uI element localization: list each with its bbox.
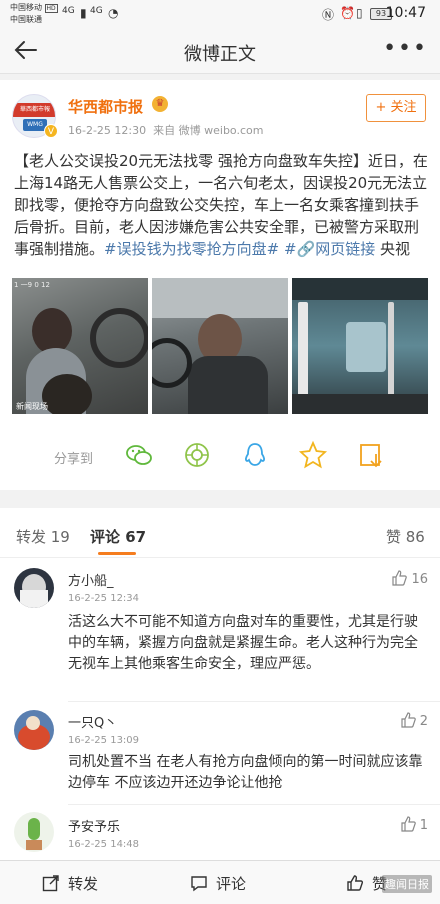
photo-1-caption: 新闻现场	[16, 402, 48, 411]
comment-divider	[68, 701, 440, 702]
comment-list: 方小船_ 16-2-25 12:34 16 活这么大不可能不知道方向盘对车的重要…	[0, 558, 440, 860]
post-meta: 16-2-25 12:30 来自 微博 weibo.com	[68, 122, 263, 138]
topic-link[interactable]: #误投钱为找零抢方向盘#	[104, 240, 279, 258]
more-options-icon[interactable]: •••	[383, 36, 428, 61]
web-link[interactable]: #🔗网页链接	[284, 240, 375, 258]
photo-1[interactable]: 1 一9 0 12 新闻现场	[12, 278, 148, 414]
vibrate-icon: ▯	[356, 6, 363, 20]
save-image-icon[interactable]	[356, 440, 386, 470]
comment-avatar[interactable]	[14, 710, 54, 750]
verified-badge-icon: V	[44, 124, 58, 138]
post-card: 華西都市報 WMG V 华西都市报 ♛ 16-2-25 12:30 来自 微博 …	[0, 80, 440, 490]
comment-like-button[interactable]: 16	[391, 570, 428, 587]
author-name[interactable]: 华西都市报	[68, 96, 143, 117]
thumb-up-icon	[401, 712, 416, 728]
carrier-2: 中国联通	[10, 15, 42, 24]
thumb-up-icon	[401, 816, 416, 832]
comment-like-count: 2	[419, 714, 428, 729]
hd-badge: HD	[44, 4, 58, 13]
wifi-icon: ◔	[108, 6, 119, 20]
page-title: 微博正文	[184, 44, 256, 65]
comment-like-button[interactable]: 2	[400, 712, 428, 729]
link-suffix: 央视	[375, 240, 410, 258]
carrier-1: 中国移动	[10, 3, 42, 12]
avatar-logo-text: 華西都市報	[13, 103, 55, 117]
comment-label: 评论	[216, 875, 247, 893]
clock: 10:47	[385, 5, 426, 21]
qq-icon[interactable]	[240, 440, 270, 470]
comment-avatar[interactable]	[14, 568, 54, 608]
comment-author[interactable]: 方小船_	[68, 570, 114, 589]
photo-1-tag: 1 一9 0 12	[14, 281, 50, 289]
nfc-icon: Ⓝ	[322, 8, 335, 22]
post-body: 【老人公交误投20元无法找零 强抢方向盘致车失控】近日，在上海14路无人售票公交…	[14, 150, 428, 260]
photo-2[interactable]	[152, 278, 288, 414]
web-link-label: 网页链接	[315, 240, 376, 258]
comment-icon	[191, 876, 207, 892]
thumb-up-icon	[392, 570, 408, 586]
comment-avatar[interactable]	[14, 812, 54, 852]
comment-time: 16-2-25 14:48	[68, 839, 140, 850]
carrier-labels: 中国移动 HD 中国联通	[10, 2, 58, 25]
comment-time: 16-2-25 13:09	[68, 735, 140, 746]
active-tab-indicator	[98, 552, 136, 555]
comment-like-button[interactable]: 1	[400, 816, 428, 833]
status-bar: 中国移动 HD 中国联通 4G ▮ 4G ◔ Ⓝ ⏰ ▯ 93 10:47	[0, 0, 440, 28]
tab-reposts[interactable]: 转发 19	[16, 526, 70, 547]
wechat-icon[interactable]	[124, 440, 154, 470]
moments-icon[interactable]	[182, 440, 212, 470]
comment-author[interactable]: 予安予乐	[68, 816, 120, 835]
like-button[interactable]: 赞	[346, 873, 387, 894]
repost-label: 转发	[68, 875, 99, 893]
comment-author[interactable]: 一只Q丶	[68, 712, 117, 731]
signal-2: 4G	[90, 6, 103, 16]
watermark: 趣闻日报	[382, 875, 432, 893]
member-crown-icon: ♛	[152, 96, 168, 112]
comment-divider	[68, 804, 440, 805]
repost-icon	[42, 875, 59, 892]
comment-like-count: 1	[419, 818, 428, 833]
photo-grid: 1 一9 0 12 新闻现场	[12, 278, 428, 414]
tab-likes[interactable]: 赞 86	[386, 526, 425, 547]
alarm-icon: ⏰	[340, 6, 355, 20]
post-time: 16-2-25 12:30	[68, 124, 147, 137]
repost-button[interactable]: 转发	[42, 873, 98, 894]
post-source: 来自 微博 weibo.com	[153, 124, 264, 137]
interaction-tabs: 转发 19 评论 67 赞 86	[0, 508, 440, 558]
signal-1: 4G	[62, 6, 75, 16]
like-icon	[347, 875, 364, 891]
comment-like-count: 16	[411, 572, 428, 587]
tab-comments[interactable]: 评论 67	[90, 526, 146, 547]
comment-button[interactable]: 评论	[190, 873, 246, 894]
share-label: 分享到	[54, 452, 94, 467]
follow-button[interactable]: + 关注	[366, 94, 426, 122]
nav-bar: 微博正文 •••	[0, 28, 440, 74]
link-icon: 🔗	[296, 240, 316, 258]
comment-time: 16-2-25 12:34	[68, 593, 140, 604]
share-row: 分享到	[0, 430, 440, 478]
comment-text: 司机处置不当 在老人有抢方向盘倾向的第一时间就应该靠边停车 不应该边开还边争论让…	[68, 754, 423, 791]
photo-3[interactable]	[292, 278, 428, 414]
signal-bars-icon: ▮	[80, 6, 87, 20]
qzone-star-icon[interactable]	[298, 440, 328, 470]
bottom-action-bar: 转发 评论 赞 趣闻日报	[0, 860, 440, 904]
comment-text: 活这么大不可能不知道方向盘对车的重要性，尤其是行驶中的车辆，紧握方向盘就是紧握生…	[68, 614, 418, 672]
